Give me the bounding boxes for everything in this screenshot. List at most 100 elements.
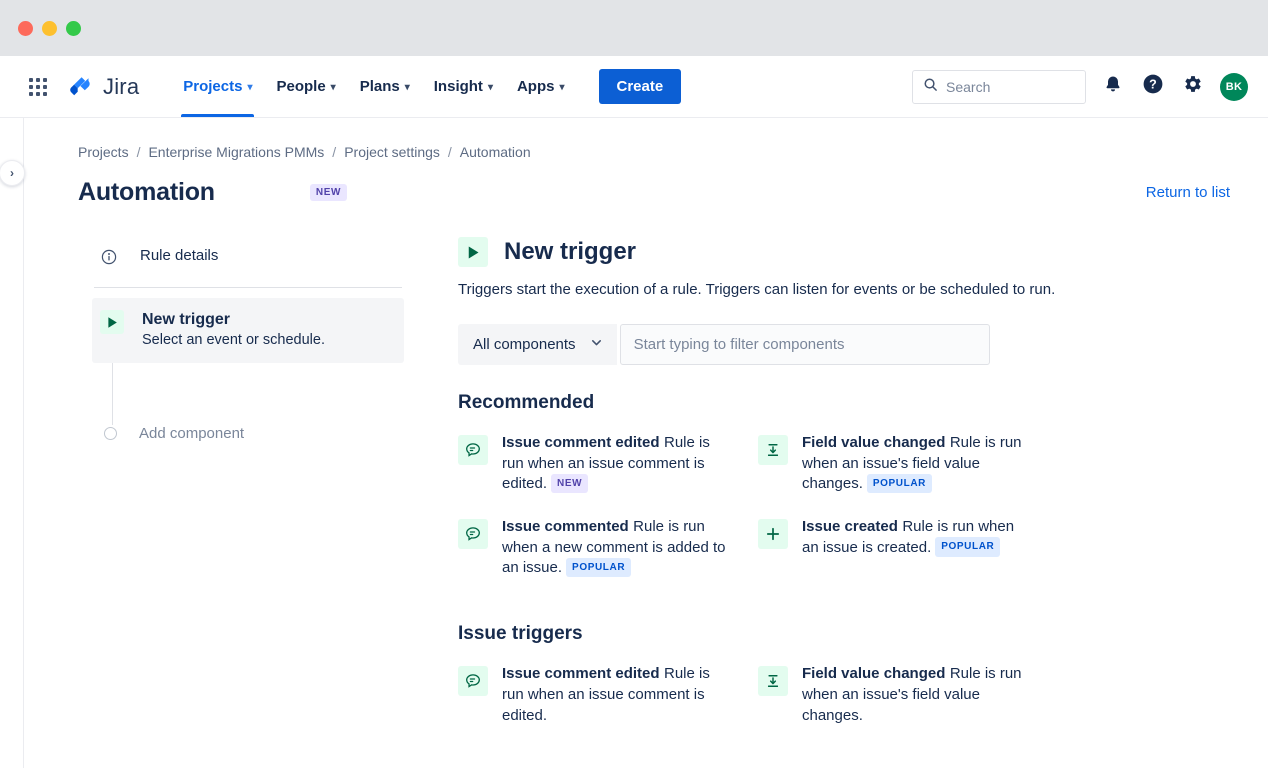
nav-item-projects[interactable]: Projects ▾ xyxy=(173,56,262,117)
add-component-row[interactable]: Add component xyxy=(92,425,404,442)
chevron-right-icon: › xyxy=(10,166,14,180)
play-triangle-icon xyxy=(458,237,488,267)
window-close-button[interactable] xyxy=(18,21,33,36)
component-filter-row: All components xyxy=(458,324,1230,365)
help-button[interactable]: ? xyxy=(1140,74,1166,100)
page-header: Automation NEW Return to list xyxy=(78,178,1230,207)
trigger-detail-pane: New trigger Triggers start the execution… xyxy=(404,237,1230,742)
expand-sidebar-button[interactable]: › xyxy=(0,160,25,186)
field-value-changed-icon xyxy=(758,435,788,465)
nav-item-people-label: People xyxy=(276,78,325,95)
trigger-card-title: Issue created xyxy=(802,518,898,535)
notifications-button[interactable] xyxy=(1100,74,1126,100)
search-input[interactable] xyxy=(946,79,1075,95)
page-title-new-badge: NEW xyxy=(310,184,347,201)
nav-item-people[interactable]: People ▾ xyxy=(266,56,345,117)
trigger-card-title: Field value changed xyxy=(802,665,945,682)
component-type-select-value: All components xyxy=(473,336,576,353)
trigger-card-issue-commented[interactable]: Issue commented Rule is run when a new c… xyxy=(458,511,758,595)
grid-icon xyxy=(29,78,47,96)
breadcrumb-separator: / xyxy=(332,144,336,160)
trigger-card-issue-comment-edited[interactable]: Issue comment edited Rule is run when an… xyxy=(458,427,758,511)
rule-details-label: Rule details xyxy=(140,247,218,264)
settings-button[interactable] xyxy=(1180,74,1206,100)
nav-item-projects-label: Projects xyxy=(183,78,242,95)
rule-trigger-card[interactable]: New trigger Select an event or schedule. xyxy=(92,298,404,363)
chevron-down-icon: ▾ xyxy=(559,82,564,93)
rule-component-list: Rule details New trigger Select an event… xyxy=(78,237,404,742)
rule-trigger-title: New trigger xyxy=(142,311,230,328)
jira-home-link[interactable]: Jira xyxy=(68,74,139,100)
plus-icon xyxy=(758,519,788,549)
page-body: › Projects / Enterprise Migrations PMMs … xyxy=(0,118,1268,768)
trigger-detail-header: New trigger xyxy=(458,237,1230,267)
svg-text:?: ? xyxy=(1149,78,1157,92)
issue-trigger-cards: Issue comment edited Rule is run when an… xyxy=(458,658,1230,742)
nav-item-apps-label: Apps xyxy=(517,78,555,95)
page-title: Automation xyxy=(78,178,215,207)
jira-logo-icon xyxy=(68,74,94,100)
nav-item-apps[interactable]: Apps ▾ xyxy=(507,56,575,117)
trigger-card-issue-comment-edited-2[interactable]: Issue comment edited Rule is run when an… xyxy=(458,658,758,742)
trigger-card-field-value-changed[interactable]: Field value changed Rule is run when an … xyxy=(758,427,1058,511)
brand-wordmark: Jira xyxy=(103,74,139,100)
trigger-card-title: Issue comment edited xyxy=(502,665,660,682)
card-badge: POPULAR xyxy=(867,474,932,494)
play-triangle-icon xyxy=(100,310,124,334)
nav-item-insight[interactable]: Insight ▾ xyxy=(424,56,503,117)
section-title-recommended: Recommended xyxy=(458,392,1230,414)
trigger-card-title: Field value changed xyxy=(802,434,945,451)
card-badge: POPULAR xyxy=(935,537,1000,557)
rule-trigger-subtitle: Select an event or schedule. xyxy=(142,332,325,348)
breadcrumb-item-project-settings[interactable]: Project settings xyxy=(344,144,440,160)
trigger-detail-title: New trigger xyxy=(504,238,636,266)
create-button[interactable]: Create xyxy=(599,69,682,104)
nav-right-group: ? BK xyxy=(912,70,1248,104)
comment-bubble-icon xyxy=(458,519,488,549)
component-filter-input[interactable] xyxy=(620,324,990,365)
nav-item-plans[interactable]: Plans ▾ xyxy=(350,56,420,117)
settings-gear-icon xyxy=(1182,73,1204,100)
rule-connector-line xyxy=(112,363,113,425)
chevron-down-icon xyxy=(590,336,603,353)
chevron-down-icon: ▾ xyxy=(331,82,336,93)
comment-bubble-icon xyxy=(458,666,488,696)
return-to-list-link[interactable]: Return to list xyxy=(1146,184,1230,201)
sidebar-rail: › xyxy=(0,118,24,768)
breadcrumb: Projects / Enterprise Migrations PMMs / … xyxy=(78,144,1230,160)
chevron-down-icon: ▾ xyxy=(488,82,493,93)
trigger-card-title: Issue commented xyxy=(502,518,629,535)
card-badge: POPULAR xyxy=(566,558,631,578)
chevron-down-icon: ▾ xyxy=(247,82,252,93)
nav-item-insight-label: Insight xyxy=(434,78,483,95)
notifications-bell-icon xyxy=(1103,74,1123,99)
rule-details-row[interactable]: Rule details xyxy=(92,237,404,281)
search-box[interactable] xyxy=(912,70,1086,104)
breadcrumb-separator: / xyxy=(448,144,452,160)
card-badge: NEW xyxy=(551,474,588,494)
trigger-card-issue-created[interactable]: Issue created Rule is run when an issue … xyxy=(758,511,1058,595)
breadcrumb-item-automation: Automation xyxy=(460,144,531,160)
recommended-cards: Issue comment edited Rule is run when an… xyxy=(458,427,1230,595)
chevron-down-icon: ▾ xyxy=(405,82,410,93)
app-switcher-button[interactable] xyxy=(22,71,54,103)
breadcrumb-item-project[interactable]: Enterprise Migrations PMMs xyxy=(148,144,324,160)
window-maximize-button[interactable] xyxy=(66,21,81,36)
info-circle-icon xyxy=(100,247,118,265)
window-titlebar xyxy=(0,0,1268,56)
breadcrumb-item-projects[interactable]: Projects xyxy=(78,144,129,160)
trigger-detail-description: Triggers start the execution of a rule. … xyxy=(458,281,1230,298)
component-type-select[interactable]: All components xyxy=(458,324,617,365)
field-value-changed-icon xyxy=(758,666,788,696)
section-title-issue-triggers: Issue triggers xyxy=(458,623,1230,645)
help-question-icon: ? xyxy=(1142,73,1164,100)
trigger-card-field-value-changed-2[interactable]: Field value changed Rule is run when an … xyxy=(758,658,1058,742)
top-navigation-bar: Jira Projects ▾ People ▾ Plans ▾ Insight… xyxy=(0,56,1268,118)
breadcrumb-separator: / xyxy=(137,144,141,160)
rule-editor: Rule details New trigger Select an event… xyxy=(78,237,1230,742)
search-icon xyxy=(923,77,938,97)
nav-item-plans-label: Plans xyxy=(360,78,400,95)
comment-bubble-icon xyxy=(458,435,488,465)
window-minimize-button[interactable] xyxy=(42,21,57,36)
user-avatar[interactable]: BK xyxy=(1220,73,1248,101)
